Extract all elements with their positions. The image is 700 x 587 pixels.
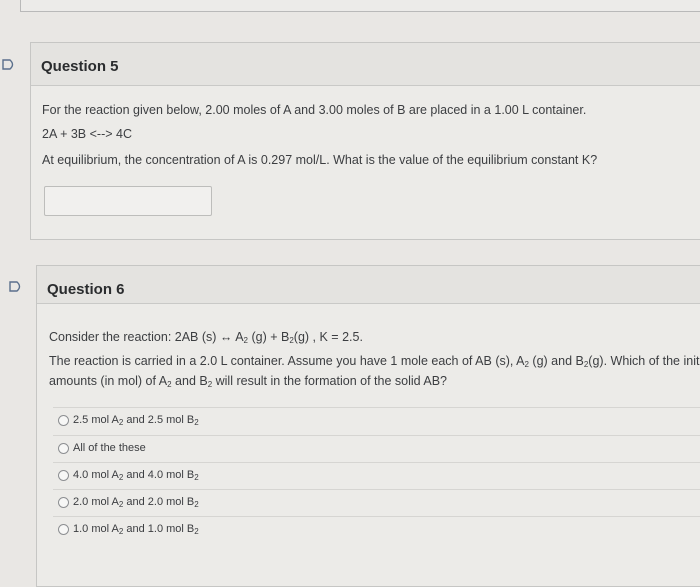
- option-label: 4.0 mol A2 and 4.0 mol B2: [73, 469, 199, 482]
- question-text: For the reaction given below, 2.00 moles…: [42, 103, 587, 117]
- answer-option[interactable]: 4.0 mol A2 and 4.0 mol B2: [53, 462, 700, 490]
- question-card-5: Question 5 For the reaction given below,…: [30, 42, 700, 240]
- reaction-equation: 2A + 3B <--> 4C: [42, 127, 132, 141]
- answer-option[interactable]: 1.0 mol A2 and 1.0 mol B2: [53, 516, 700, 544]
- equilibrium-arrow-icon: ↔: [219, 330, 233, 344]
- radio-button[interactable]: [58, 470, 69, 481]
- question-text: The reaction is carried in a 2.0 L conta…: [49, 354, 700, 369]
- reaction-equation: Consider the reaction: 2AB (s) ↔ A2 (g) …: [49, 330, 363, 345]
- flag-icon[interactable]: [9, 281, 23, 292]
- question-header: Question 5: [31, 43, 700, 86]
- question-card-6: Question 6 Consider the reaction: 2AB (s…: [36, 265, 700, 587]
- answer-option[interactable]: 2.0 mol A2 and 2.0 mol B2: [53, 489, 700, 517]
- answer-option[interactable]: All of the these: [53, 435, 700, 463]
- radio-button[interactable]: [58, 443, 69, 454]
- option-label: 1.0 mol A2 and 1.0 mol B2: [73, 523, 199, 536]
- question-prompt: At equilibrium, the concentration of A i…: [42, 153, 598, 167]
- radio-button[interactable]: [58, 497, 69, 508]
- flag-icon[interactable]: [2, 59, 16, 70]
- option-label: 2.5 mol A2 and 2.5 mol B2: [73, 414, 199, 427]
- answer-input[interactable]: [44, 186, 212, 216]
- previous-question-card: [20, 0, 700, 12]
- question-prompt: amounts (in mol) of A2 and B2 will resul…: [49, 374, 447, 389]
- radio-button[interactable]: [58, 524, 69, 535]
- option-label: 2.0 mol A2 and 2.0 mol B2: [73, 496, 199, 509]
- option-label: All of the these: [73, 442, 146, 454]
- question-header: Question 6: [37, 266, 700, 304]
- question-title: Question 5: [41, 58, 119, 75]
- radio-button[interactable]: [58, 415, 69, 426]
- answer-option[interactable]: 2.5 mol A2 and 2.5 mol B2: [53, 407, 700, 435]
- question-title: Question 6: [47, 281, 125, 298]
